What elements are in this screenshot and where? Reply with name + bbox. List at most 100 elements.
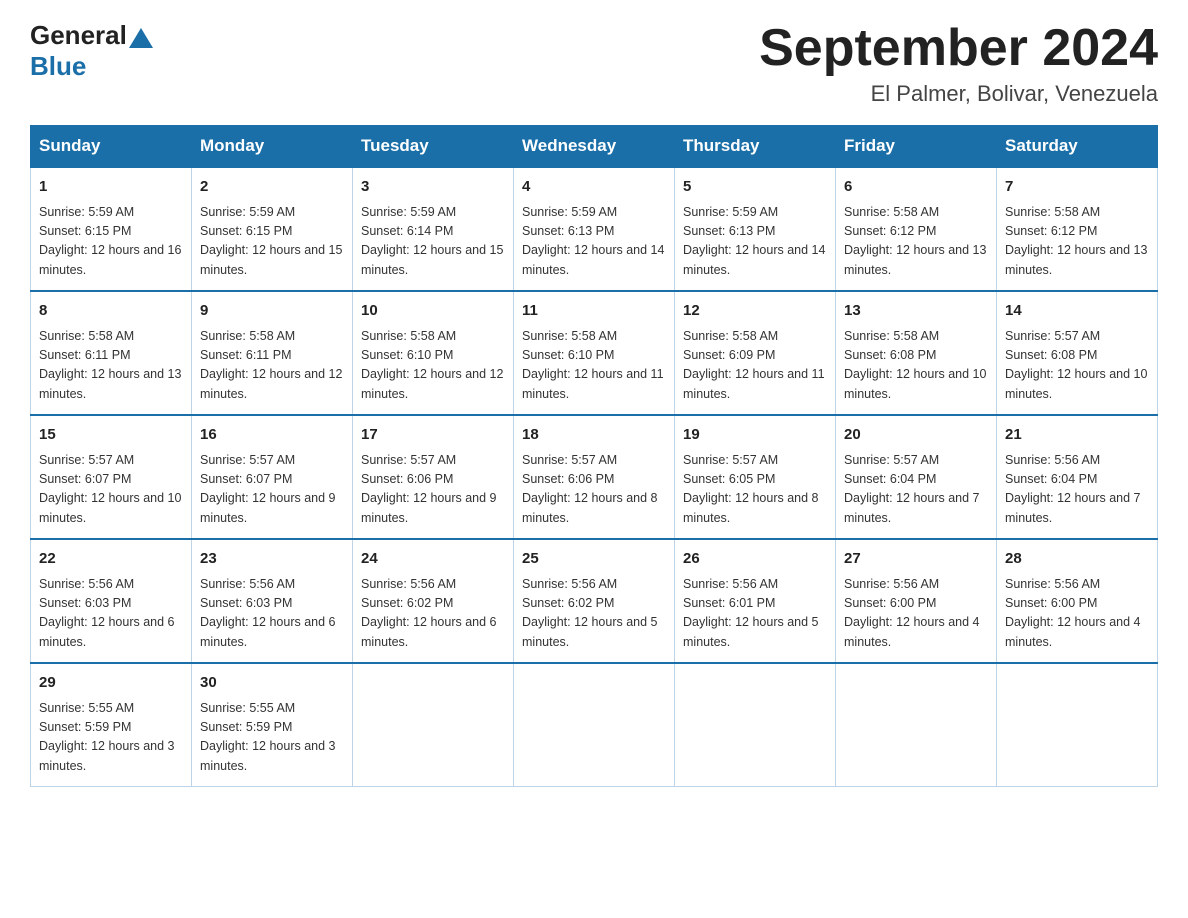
calendar-day-26: 26 Sunrise: 5:56 AMSunset: 6:01 PMDayligh… bbox=[675, 539, 836, 663]
calendar-day-21: 21Sunrise: 5:56 AMSunset: 6:04 PMDayligh… bbox=[997, 415, 1158, 539]
calendar-header-saturday: Saturday bbox=[997, 126, 1158, 168]
day-number: 9 bbox=[200, 300, 344, 323]
day-number: 28 bbox=[1005, 548, 1149, 571]
calendar-header-thursday: Thursday bbox=[675, 126, 836, 168]
day-info: Sunrise: 5:57 AMSunset: 6:06 PMDaylight:… bbox=[361, 451, 505, 529]
day-number: 5 bbox=[683, 176, 827, 199]
day-number: 25 bbox=[522, 548, 666, 571]
day-info: Sunrise: 5:59 AMSunset: 6:15 PMDaylight:… bbox=[200, 203, 344, 281]
day-number: 13 bbox=[844, 300, 988, 323]
page-header: General Blue September 2024 El Palmer, B… bbox=[30, 20, 1158, 107]
day-number: 21 bbox=[1005, 424, 1149, 447]
month-title: September 2024 bbox=[759, 20, 1158, 77]
day-number: 14 bbox=[1005, 300, 1149, 323]
day-number: 4 bbox=[522, 176, 666, 199]
day-number: 15 bbox=[39, 424, 183, 447]
day-info: Sunrise: 5:56 AMSunset: 6:01 PMDaylight:… bbox=[683, 575, 827, 653]
calendar-day-10: 10Sunrise: 5:58 AMSunset: 6:10 PMDayligh… bbox=[353, 291, 514, 415]
day-info: Sunrise: 5:58 AMSunset: 6:12 PMDaylight:… bbox=[1005, 203, 1149, 281]
day-number: 24 bbox=[361, 548, 505, 571]
calendar-empty-cell bbox=[836, 663, 997, 787]
calendar-week-row-4: 22 Sunrise: 5:56 AMSunset: 6:03 PMDayligh… bbox=[31, 539, 1158, 663]
calendar-empty-cell bbox=[997, 663, 1158, 787]
day-number: 17 bbox=[361, 424, 505, 447]
day-info: Sunrise: 5:59 AMSunset: 6:13 PMDaylight:… bbox=[683, 203, 827, 281]
calendar-day-16: 16 Sunrise: 5:57 AMSunset: 6:07 PMDayligh… bbox=[192, 415, 353, 539]
calendar-day-18: 18 Sunrise: 5:57 AMSunset: 6:06 PMDayligh… bbox=[514, 415, 675, 539]
day-number: 16 bbox=[200, 424, 344, 447]
day-info: Sunrise: 5:58 AMSunset: 6:11 PMDaylight:… bbox=[200, 327, 344, 405]
calendar-day-28: 28 Sunrise: 5:56 AMSunset: 6:00 PMDayligh… bbox=[997, 539, 1158, 663]
day-info: Sunrise: 5:59 AMSunset: 6:13 PMDaylight:… bbox=[522, 203, 666, 281]
day-info: Sunrise: 5:57 AMSunset: 6:04 PMDaylight:… bbox=[844, 451, 988, 529]
calendar-day-22: 22 Sunrise: 5:56 AMSunset: 6:03 PMDayligh… bbox=[31, 539, 192, 663]
day-number: 23 bbox=[200, 548, 344, 571]
calendar-day-3: 3 Sunrise: 5:59 AMSunset: 6:14 PMDaylight… bbox=[353, 167, 514, 291]
day-number: 3 bbox=[361, 176, 505, 199]
day-info: Sunrise: 5:57 AMSunset: 6:06 PMDaylight:… bbox=[522, 451, 666, 529]
day-info: Sunrise: 5:56 AMSunset: 6:02 PMDaylight:… bbox=[522, 575, 666, 653]
day-number: 19 bbox=[683, 424, 827, 447]
day-info: Sunrise: 5:56 AMSunset: 6:03 PMDaylight:… bbox=[200, 575, 344, 653]
day-info: Sunrise: 5:56 AMSunset: 6:02 PMDaylight:… bbox=[361, 575, 505, 653]
calendar-table: SundayMondayTuesdayWednesdayThursdayFrid… bbox=[30, 125, 1158, 787]
day-number: 18 bbox=[522, 424, 666, 447]
day-info: Sunrise: 5:58 AMSunset: 6:11 PMDaylight:… bbox=[39, 327, 183, 405]
day-number: 27 bbox=[844, 548, 988, 571]
title-section: September 2024 El Palmer, Bolivar, Venez… bbox=[759, 20, 1158, 107]
logo: General Blue bbox=[30, 20, 155, 82]
calendar-day-25: 25 Sunrise: 5:56 AMSunset: 6:02 PMDayligh… bbox=[514, 539, 675, 663]
calendar-day-23: 23 Sunrise: 5:56 AMSunset: 6:03 PMDayligh… bbox=[192, 539, 353, 663]
day-info: Sunrise: 5:56 AMSunset: 6:00 PMDaylight:… bbox=[1005, 575, 1149, 653]
calendar-day-27: 27Sunrise: 5:56 AMSunset: 6:00 PMDayligh… bbox=[836, 539, 997, 663]
calendar-day-4: 4 Sunrise: 5:59 AMSunset: 6:13 PMDaylight… bbox=[514, 167, 675, 291]
day-info: Sunrise: 5:58 AMSunset: 6:10 PMDaylight:… bbox=[522, 327, 666, 405]
day-info: Sunrise: 5:59 AMSunset: 6:14 PMDaylight:… bbox=[361, 203, 505, 281]
logo-triangle-icon bbox=[129, 28, 153, 48]
day-number: 6 bbox=[844, 176, 988, 199]
day-number: 8 bbox=[39, 300, 183, 323]
day-number: 11 bbox=[522, 300, 666, 323]
day-number: 20 bbox=[844, 424, 988, 447]
calendar-day-17: 17 Sunrise: 5:57 AMSunset: 6:06 PMDayligh… bbox=[353, 415, 514, 539]
day-number: 1 bbox=[39, 176, 183, 199]
day-info: Sunrise: 5:58 AMSunset: 6:08 PMDaylight:… bbox=[844, 327, 988, 405]
day-info: Sunrise: 5:55 AMSunset: 5:59 PMDaylight:… bbox=[39, 699, 183, 777]
day-info: Sunrise: 5:58 AMSunset: 6:12 PMDaylight:… bbox=[844, 203, 988, 281]
location-subtitle: El Palmer, Bolivar, Venezuela bbox=[759, 81, 1158, 107]
calendar-empty-cell bbox=[514, 663, 675, 787]
calendar-day-30: 30 Sunrise: 5:55 AMSunset: 5:59 PMDayligh… bbox=[192, 663, 353, 787]
calendar-header-friday: Friday bbox=[836, 126, 997, 168]
calendar-day-20: 20 Sunrise: 5:57 AMSunset: 6:04 PMDayligh… bbox=[836, 415, 997, 539]
calendar-day-5: 5 Sunrise: 5:59 AMSunset: 6:13 PMDaylight… bbox=[675, 167, 836, 291]
day-info: Sunrise: 5:55 AMSunset: 5:59 PMDaylight:… bbox=[200, 699, 344, 777]
day-info: Sunrise: 5:57 AMSunset: 6:08 PMDaylight:… bbox=[1005, 327, 1149, 405]
day-info: Sunrise: 5:58 AMSunset: 6:10 PMDaylight:… bbox=[361, 327, 505, 405]
day-info: Sunrise: 5:59 AMSunset: 6:15 PMDaylight:… bbox=[39, 203, 183, 281]
day-number: 26 bbox=[683, 548, 827, 571]
day-number: 7 bbox=[1005, 176, 1149, 199]
logo-general-text: General bbox=[30, 20, 127, 51]
calendar-day-11: 11 Sunrise: 5:58 AMSunset: 6:10 PMDayligh… bbox=[514, 291, 675, 415]
calendar-header-sunday: Sunday bbox=[31, 126, 192, 168]
calendar-day-9: 9 Sunrise: 5:58 AMSunset: 6:11 PMDaylight… bbox=[192, 291, 353, 415]
calendar-day-14: 14 Sunrise: 5:57 AMSunset: 6:08 PMDayligh… bbox=[997, 291, 1158, 415]
day-info: Sunrise: 5:58 AMSunset: 6:09 PMDaylight:… bbox=[683, 327, 827, 405]
logo-blue-text: Blue bbox=[30, 51, 86, 82]
calendar-day-12: 12Sunrise: 5:58 AMSunset: 6:09 PMDayligh… bbox=[675, 291, 836, 415]
day-info: Sunrise: 5:56 AMSunset: 6:03 PMDaylight:… bbox=[39, 575, 183, 653]
day-info: Sunrise: 5:57 AMSunset: 6:07 PMDaylight:… bbox=[200, 451, 344, 529]
day-info: Sunrise: 5:57 AMSunset: 6:07 PMDaylight:… bbox=[39, 451, 183, 529]
calendar-day-19: 19 Sunrise: 5:57 AMSunset: 6:05 PMDayligh… bbox=[675, 415, 836, 539]
day-info: Sunrise: 5:57 AMSunset: 6:05 PMDaylight:… bbox=[683, 451, 827, 529]
calendar-day-7: 7 Sunrise: 5:58 AMSunset: 6:12 PMDaylight… bbox=[997, 167, 1158, 291]
day-number: 22 bbox=[39, 548, 183, 571]
day-number: 30 bbox=[200, 672, 344, 695]
calendar-header-monday: Monday bbox=[192, 126, 353, 168]
calendar-week-row-5: 29Sunrise: 5:55 AMSunset: 5:59 PMDayligh… bbox=[31, 663, 1158, 787]
calendar-day-24: 24 Sunrise: 5:56 AMSunset: 6:02 PMDayligh… bbox=[353, 539, 514, 663]
calendar-day-13: 13 Sunrise: 5:58 AMSunset: 6:08 PMDayligh… bbox=[836, 291, 997, 415]
day-number: 2 bbox=[200, 176, 344, 199]
calendar-empty-cell bbox=[353, 663, 514, 787]
calendar-week-row-1: 1 Sunrise: 5:59 AMSunset: 6:15 PMDaylight… bbox=[31, 167, 1158, 291]
